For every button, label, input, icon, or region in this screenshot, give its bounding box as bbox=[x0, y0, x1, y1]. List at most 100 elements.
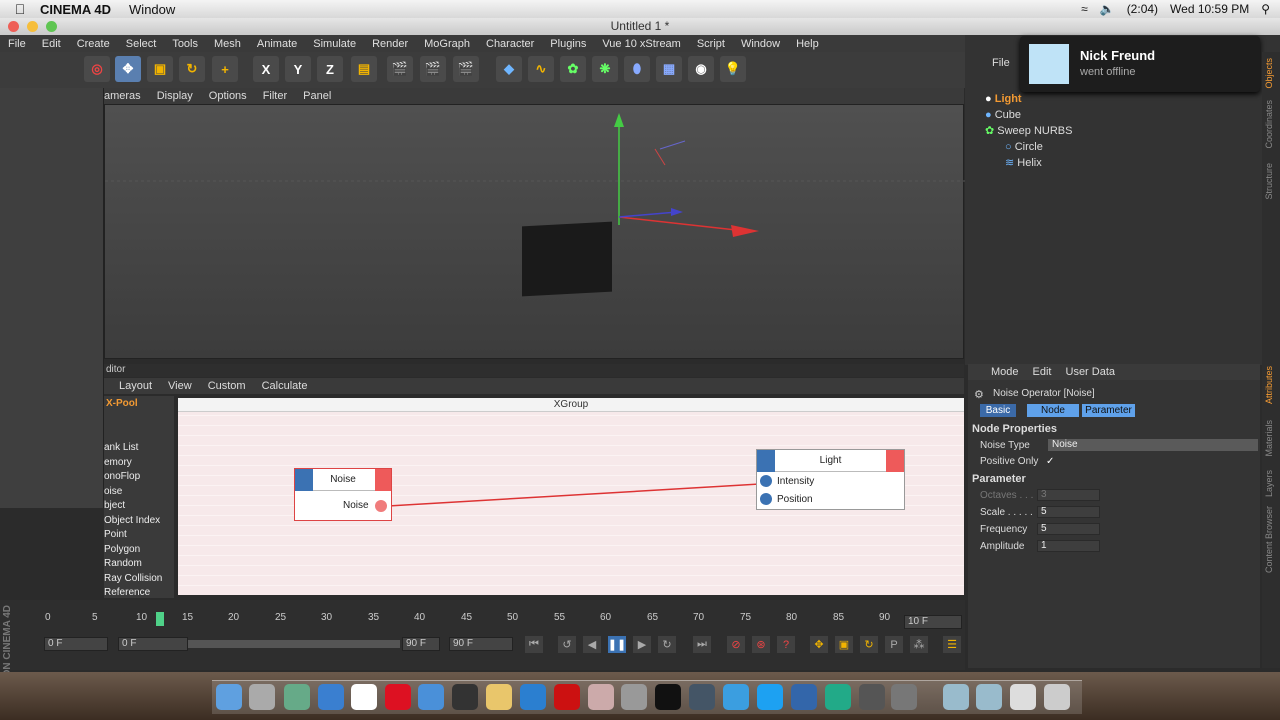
tab-node[interactable]: Node bbox=[1027, 404, 1079, 417]
nurbs-icon[interactable]: ✿ bbox=[560, 56, 586, 82]
key-parameter-icon[interactable]: P bbox=[885, 636, 903, 653]
system-preferences-icon[interactable] bbox=[621, 684, 647, 710]
tab-attributes[interactable]: Attributes bbox=[1264, 366, 1274, 404]
pool-item[interactable]: Random bbox=[104, 557, 174, 572]
frequency-field[interactable]: 5 bbox=[1037, 523, 1100, 535]
menu-options[interactable]: Options bbox=[209, 90, 247, 102]
record-keys-icon[interactable]: ⊘ bbox=[727, 636, 745, 653]
menu-mesh[interactable]: Mesh bbox=[214, 38, 241, 50]
go-to-start-icon[interactable]: ⏮ bbox=[525, 636, 543, 653]
documents-icon[interactable] bbox=[1010, 684, 1036, 710]
output-port-block[interactable] bbox=[886, 450, 904, 472]
menu-simulate[interactable]: Simulate bbox=[313, 38, 356, 50]
position-port[interactable] bbox=[760, 493, 772, 505]
minimize-icon[interactable] bbox=[27, 21, 38, 32]
skype-icon[interactable] bbox=[757, 684, 783, 710]
x-axis-icon[interactable]: X bbox=[253, 56, 279, 82]
object-sweep-nurbs[interactable]: ✿ Sweep NURBS bbox=[985, 124, 1072, 139]
tab-parameter[interactable]: Parameter bbox=[1082, 404, 1135, 417]
menu-vue[interactable]: Vue 10 xStream bbox=[602, 38, 680, 50]
menu-panel[interactable]: Panel bbox=[303, 90, 331, 102]
next-frame-icon[interactable]: ▶ bbox=[633, 636, 651, 653]
deformer-icon[interactable]: ⬮ bbox=[624, 56, 650, 82]
menu-view[interactable]: View bbox=[168, 380, 192, 392]
object-cube[interactable]: ● Cube bbox=[985, 108, 1021, 123]
spline-icon[interactable]: ∿ bbox=[528, 56, 554, 82]
menu-create[interactable]: Create bbox=[77, 38, 110, 50]
scale-icon[interactable]: ▣ bbox=[147, 56, 173, 82]
scale-field[interactable]: 5 bbox=[1037, 506, 1100, 518]
noise-type-dropdown[interactable]: Noise bbox=[1048, 439, 1258, 451]
go-to-end-icon[interactable]: ⏭ bbox=[693, 636, 711, 653]
menu-animate[interactable]: Animate bbox=[257, 38, 297, 50]
folder-icon[interactable] bbox=[976, 684, 1002, 710]
app-menu[interactable]: CINEMA 4D bbox=[40, 2, 111, 17]
render-picture-viewer-icon[interactable]: 🎬 bbox=[420, 56, 446, 82]
menu-help[interactable]: Help bbox=[796, 38, 819, 50]
menu-mograph[interactable]: MoGraph bbox=[424, 38, 470, 50]
itunes-icon[interactable] bbox=[520, 684, 546, 710]
menu-filter[interactable]: Filter bbox=[263, 90, 287, 102]
object-circle[interactable]: ○ Circle bbox=[1005, 140, 1043, 155]
tab-basic[interactable]: Basic bbox=[980, 404, 1016, 417]
y-axis-icon[interactable]: Y bbox=[285, 56, 311, 82]
previous-frame-icon[interactable]: ◀ bbox=[583, 636, 601, 653]
key-position-icon[interactable]: ✥ bbox=[810, 636, 828, 653]
input-port-block[interactable] bbox=[757, 450, 775, 472]
pool-item[interactable]: Ray Collision bbox=[104, 572, 174, 587]
menu-custom[interactable]: Custom bbox=[208, 380, 246, 392]
current-frame-field[interactable]: 0 F bbox=[44, 637, 108, 651]
app-icon[interactable] bbox=[284, 684, 310, 710]
menu-user-data[interactable]: User Data bbox=[1066, 366, 1116, 378]
photo-booth-icon[interactable] bbox=[554, 684, 580, 710]
cube-object[interactable] bbox=[522, 221, 612, 297]
menu-edit[interactable]: Edit bbox=[1033, 366, 1052, 378]
trash-icon[interactable] bbox=[1044, 684, 1070, 710]
keyframe-selection-icon[interactable]: ? bbox=[777, 636, 795, 653]
menu-layout[interactable]: Layout bbox=[119, 380, 152, 392]
pool-item[interactable]: Reference bbox=[104, 586, 174, 601]
tab-coordinates[interactable]: Coordinates bbox=[1264, 100, 1274, 149]
wifi-icon[interactable]: ≈ bbox=[1081, 2, 1088, 16]
transmission-icon[interactable] bbox=[791, 684, 817, 710]
app-store-icon[interactable] bbox=[318, 684, 344, 710]
screenflow-icon[interactable] bbox=[891, 684, 917, 710]
menu-tools[interactable]: Tools bbox=[172, 38, 198, 50]
menu-character[interactable]: Character bbox=[486, 38, 534, 50]
playhead[interactable] bbox=[156, 612, 164, 626]
x-pool-header[interactable]: X-Pool bbox=[104, 396, 174, 411]
menu-window[interactable]: Window bbox=[741, 38, 780, 50]
menu-cameras[interactable]: ameras bbox=[104, 90, 141, 102]
range-start-field[interactable]: 0 F bbox=[118, 637, 188, 651]
rotate-icon[interactable]: ↻ bbox=[179, 56, 205, 82]
light-node[interactable]: Light Intensity Position bbox=[756, 449, 905, 510]
quicktime-icon[interactable] bbox=[452, 684, 478, 710]
camera-icon[interactable]: ◉ bbox=[688, 56, 714, 82]
coordinate-system-icon[interactable]: ▤ bbox=[351, 56, 377, 82]
pool-item[interactable]: oise bbox=[104, 485, 174, 500]
timeline-ruler[interactable]: 0 5 10 15 20 25 30 35 40 45 50 55 60 65 … bbox=[40, 612, 900, 626]
octaves-field[interactable]: 3 bbox=[1037, 489, 1100, 501]
noise-node[interactable]: Noise Noise bbox=[294, 468, 392, 521]
opera-icon[interactable] bbox=[385, 684, 411, 710]
menu-calculate[interactable]: Calculate bbox=[262, 380, 308, 392]
cinema4d-icon[interactable] bbox=[689, 684, 715, 710]
terminal-icon[interactable] bbox=[655, 684, 681, 710]
twitter-icon[interactable] bbox=[723, 684, 749, 710]
tab-content-browser[interactable]: Content Browser bbox=[1264, 506, 1274, 573]
range-end-field[interactable]: 90 F bbox=[402, 637, 440, 651]
pool-item[interactable]: bject bbox=[104, 499, 174, 514]
previous-key-icon[interactable]: ↺ bbox=[558, 636, 576, 653]
tab-materials[interactable]: Materials bbox=[1264, 420, 1274, 457]
z-axis-icon[interactable]: Z bbox=[317, 56, 343, 82]
apple-icon[interactable]:  bbox=[0, 1, 40, 17]
safari-icon[interactable] bbox=[418, 684, 444, 710]
cube-primitive-icon[interactable]: ◆ bbox=[496, 56, 522, 82]
zoom-icon[interactable] bbox=[46, 21, 57, 32]
pause-icon[interactable]: ❚❚ bbox=[608, 636, 626, 653]
pool-item[interactable]: Object Index bbox=[104, 514, 174, 529]
input-port-block[interactable] bbox=[295, 469, 313, 491]
range-slider[interactable] bbox=[188, 640, 400, 648]
app-icon[interactable] bbox=[859, 684, 885, 710]
output-port-block[interactable] bbox=[375, 469, 391, 491]
